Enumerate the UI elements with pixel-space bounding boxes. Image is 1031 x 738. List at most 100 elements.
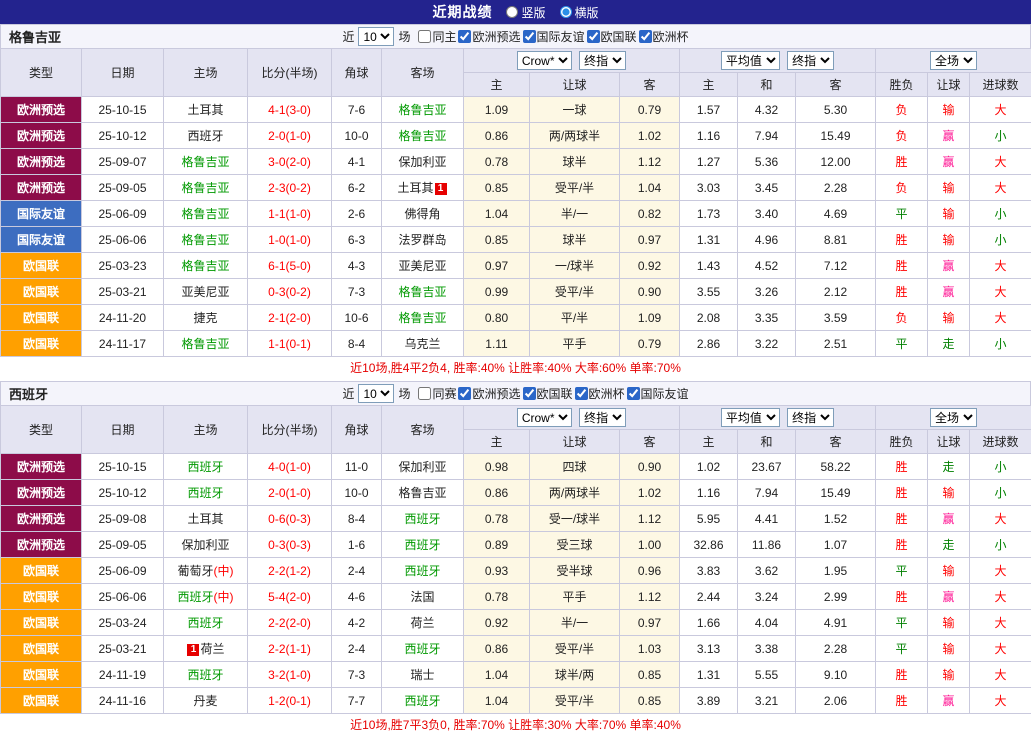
avg-type-select[interactable]: 平均值 xyxy=(721,51,780,70)
col-odds-home: 主 xyxy=(464,73,530,97)
odds-time-select[interactable]: 终指 xyxy=(579,408,626,427)
col-away: 客场 xyxy=(382,406,464,454)
col-home: 主场 xyxy=(164,406,248,454)
filter-checkbox[interactable] xyxy=(458,30,471,43)
cell-score: 4-0(1-0) xyxy=(248,454,332,480)
scope-select[interactable]: 全场 xyxy=(930,408,977,427)
filter-checkbox[interactable] xyxy=(523,30,536,43)
cell-goals-result: 大 xyxy=(970,305,1031,331)
vertical-layout-radio[interactable] xyxy=(506,6,518,18)
cell-handicap-result: 输 xyxy=(928,175,970,201)
cell-handicap-line: 受平/半 xyxy=(530,636,620,662)
filter-item[interactable]: 欧洲预选 xyxy=(458,385,520,402)
results-table-body: 欧洲预选25-10-15土耳其4-1(3-0)7-6格鲁吉亚1.09一球0.79… xyxy=(1,97,1031,357)
cell-avg-home: 1.16 xyxy=(680,480,738,506)
cell-avg-away: 1.52 xyxy=(796,506,876,532)
filter-item[interactable]: 欧洲杯 xyxy=(575,385,625,402)
team-name: 格鲁吉亚 xyxy=(398,285,446,299)
cell-home-team: 葡萄牙(中) xyxy=(164,558,248,584)
section-controls: 近 10 场 同赛欧洲预选欧国联欧洲杯国际友谊 xyxy=(342,384,688,403)
filter-label: 国际友谊 xyxy=(641,385,689,402)
cell-date: 25-06-09 xyxy=(82,558,164,584)
cell-avg-home: 3.55 xyxy=(680,279,738,305)
filter-item[interactable]: 欧洲杯 xyxy=(639,28,689,45)
cell-date: 25-06-06 xyxy=(82,227,164,253)
filter-item[interactable]: 国际友谊 xyxy=(627,385,689,402)
cell-handicap-result: 赢 xyxy=(928,123,970,149)
cell-date: 25-10-15 xyxy=(82,97,164,123)
filter-item[interactable]: 同赛 xyxy=(418,385,456,402)
filter-checkboxes: 同赛欧洲预选欧国联欧洲杯国际友谊 xyxy=(418,385,688,402)
cell-avg-away: 12.00 xyxy=(796,149,876,175)
match-count-select[interactable]: 10 xyxy=(358,27,394,46)
filter-item[interactable]: 欧国联 xyxy=(523,385,573,402)
cell-avg-draw: 4.41 xyxy=(738,506,796,532)
avg-time-select[interactable]: 终指 xyxy=(787,51,834,70)
cell-odds-home: 0.89 xyxy=(464,532,530,558)
table-row: 欧洲预选25-09-05保加利亚0-3(0-3)1-6西班牙0.89受三球1.0… xyxy=(1,532,1031,558)
cell-odds-away: 0.90 xyxy=(620,279,680,305)
cell-corners: 1-6 xyxy=(332,532,382,558)
horizontal-layout-radio[interactable] xyxy=(560,6,572,18)
filter-checkbox[interactable] xyxy=(458,387,471,400)
filter-checkbox[interactable] xyxy=(627,387,640,400)
cell-match-type: 欧国联 xyxy=(1,688,82,714)
table-row: 欧国联24-11-20捷克2-1(2-0)10-6格鲁吉亚0.80平/半1.09… xyxy=(1,305,1031,331)
layout-radio-vertical[interactable]: 竖版 xyxy=(506,4,545,21)
cell-avg-draw: 3.24 xyxy=(738,584,796,610)
team-name: 西班牙 xyxy=(187,460,223,474)
cell-handicap-result: 输 xyxy=(928,97,970,123)
cell-avg-away: 2.28 xyxy=(796,636,876,662)
bookmaker-select[interactable]: Crow* xyxy=(517,408,572,427)
match-count-select[interactable]: 10 xyxy=(358,384,394,403)
bookmaker-select[interactable]: Crow* xyxy=(517,51,572,70)
avg-time-select[interactable]: 终指 xyxy=(787,408,834,427)
cell-result: 胜 xyxy=(876,279,928,305)
filter-item[interactable]: 同主 xyxy=(418,28,456,45)
cell-handicap-result: 走 xyxy=(928,532,970,558)
cell-avg-draw: 4.32 xyxy=(738,97,796,123)
filter-checkbox[interactable] xyxy=(575,387,588,400)
cell-handicap-line: 四球 xyxy=(530,454,620,480)
cell-handicap-line: 受平/半 xyxy=(530,688,620,714)
filter-checkbox[interactable] xyxy=(639,30,652,43)
team-name: 土耳其 xyxy=(187,512,223,526)
filter-item[interactable]: 欧洲预选 xyxy=(458,28,520,45)
cell-away-team: 西班牙 xyxy=(382,636,464,662)
filter-checkbox[interactable] xyxy=(587,30,600,43)
table-row: 国际友谊25-06-06格鲁吉亚1-0(1-0)6-3法罗群岛0.85球半0.9… xyxy=(1,227,1031,253)
cell-avg-draw: 7.94 xyxy=(738,480,796,506)
filter-item[interactable]: 国际友谊 xyxy=(523,28,585,45)
cell-result: 平 xyxy=(876,201,928,227)
avg-type-select[interactable]: 平均值 xyxy=(721,408,780,427)
cell-handicap-result: 输 xyxy=(928,610,970,636)
filter-item[interactable]: 欧国联 xyxy=(587,28,637,45)
filter-checkbox[interactable] xyxy=(418,30,431,43)
team-name: 西班牙 xyxy=(187,616,223,630)
col-avg-draw: 和 xyxy=(738,430,796,454)
cell-handicap-line: 半/一 xyxy=(530,201,620,227)
cell-goals-result: 大 xyxy=(970,253,1031,279)
cell-corners: 4-6 xyxy=(332,584,382,610)
cell-match-type: 欧国联 xyxy=(1,305,82,331)
cell-avg-home: 3.89 xyxy=(680,688,738,714)
cell-match-type: 欧洲预选 xyxy=(1,97,82,123)
filter-checkbox[interactable] xyxy=(418,387,431,400)
cell-score: 2-3(0-2) xyxy=(248,175,332,201)
layout-radio-horizontal[interactable]: 横版 xyxy=(560,4,599,21)
filter-checkbox[interactable] xyxy=(523,387,536,400)
cell-result: 胜 xyxy=(876,506,928,532)
cell-score: 3-2(1-0) xyxy=(248,662,332,688)
cell-date: 25-10-15 xyxy=(82,454,164,480)
cell-handicap-line: 受半球 xyxy=(530,558,620,584)
table-row: 欧洲预选25-10-12西班牙2-0(1-0)10-0格鲁吉亚0.86两/两球半… xyxy=(1,480,1031,506)
scope-select[interactable]: 全场 xyxy=(930,51,977,70)
cell-handicap-line: 两/两球半 xyxy=(530,480,620,506)
cell-avg-away: 3.59 xyxy=(796,305,876,331)
cell-away-team: 格鲁吉亚 xyxy=(382,97,464,123)
odds-time-select[interactable]: 终指 xyxy=(579,51,626,70)
cell-avg-away: 4.91 xyxy=(796,610,876,636)
cell-odds-home: 0.98 xyxy=(464,454,530,480)
cell-avg-home: 1.16 xyxy=(680,123,738,149)
cell-goals-result: 小 xyxy=(970,123,1031,149)
